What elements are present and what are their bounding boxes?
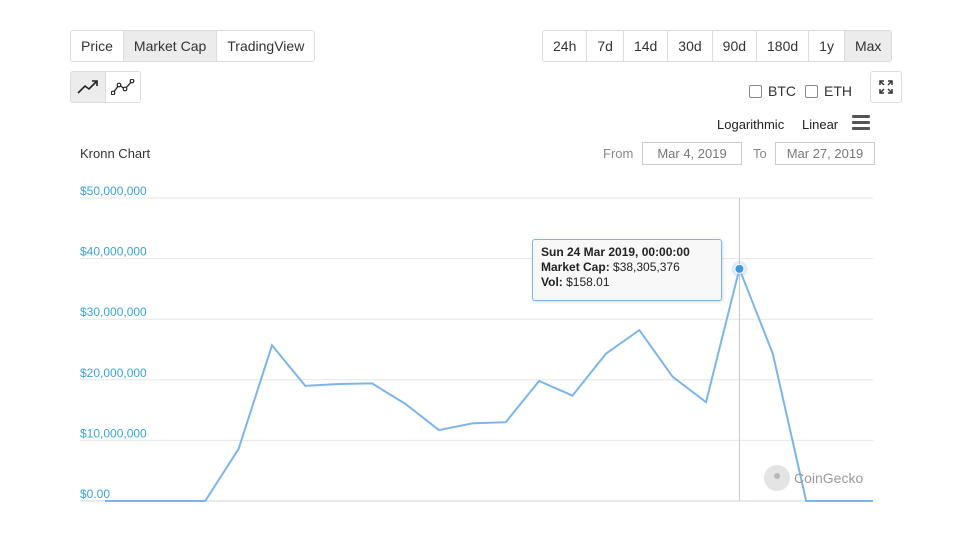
chart-tooltip: Sun 24 Mar 2019, 00:00:00 Market Cap: $3… — [532, 239, 722, 301]
data-point[interactable] — [302, 383, 308, 389]
data-points — [102, 260, 876, 504]
data-point[interactable] — [135, 498, 141, 504]
tooltip-date: Sun 24 Mar 2019, 00:00:00 — [541, 245, 690, 259]
tooltip-vol-value: $158.01 — [566, 275, 610, 289]
data-point[interactable] — [770, 351, 776, 357]
data-point[interactable] — [369, 380, 375, 386]
data-point[interactable] — [202, 498, 208, 504]
data-point[interactable] — [636, 327, 642, 333]
tooltip-vol-label: Vol: — [541, 275, 563, 289]
data-point[interactable] — [436, 427, 442, 433]
data-point[interactable] — [503, 419, 509, 425]
y-tick-label: $50,000,000 — [80, 184, 147, 198]
coingecko-watermark: CoinGecko — [764, 465, 863, 491]
tooltip-market-cap-value: $38,305,376 — [613, 260, 680, 274]
y-tick-label: $40,000,000 — [80, 245, 147, 259]
market-cap-series-line — [105, 265, 873, 502]
data-point[interactable] — [236, 446, 242, 452]
y-tick-label: $30,000,000 — [80, 305, 147, 319]
y-axis-labels: $0.00$10,000,000$20,000,000$30,000,000$4… — [80, 184, 147, 501]
market-cap-chart: $0.00$10,000,000$20,000,000$30,000,000$4… — [80, 184, 876, 504]
data-point[interactable] — [336, 381, 342, 387]
data-point[interactable] — [670, 374, 676, 380]
data-point[interactable] — [269, 342, 275, 348]
data-point[interactable] — [169, 498, 175, 504]
y-tick-label: $20,000,000 — [80, 366, 147, 380]
highlighted-data-point[interactable] — [734, 263, 745, 274]
tooltip-market-cap-row: Market Cap: $38,305,376 — [541, 260, 713, 275]
coingecko-logo-icon — [764, 465, 790, 491]
y-tick-label: $10,000,000 — [80, 426, 147, 440]
data-point[interactable] — [403, 401, 409, 407]
grid-lines — [80, 197, 873, 502]
data-point[interactable] — [703, 399, 709, 405]
tooltip-vol-row: Vol: $158.01 — [541, 275, 713, 290]
data-point[interactable] — [803, 498, 809, 504]
data-point[interactable] — [569, 393, 575, 399]
tooltip-market-cap-label: Market Cap: — [541, 260, 610, 274]
data-point[interactable] — [870, 498, 876, 504]
data-point[interactable] — [536, 378, 542, 384]
watermark-text: CoinGecko — [794, 470, 864, 486]
data-point[interactable] — [469, 420, 475, 426]
data-point[interactable] — [102, 498, 108, 504]
data-point[interactable] — [837, 498, 843, 504]
data-point[interactable] — [603, 351, 609, 357]
